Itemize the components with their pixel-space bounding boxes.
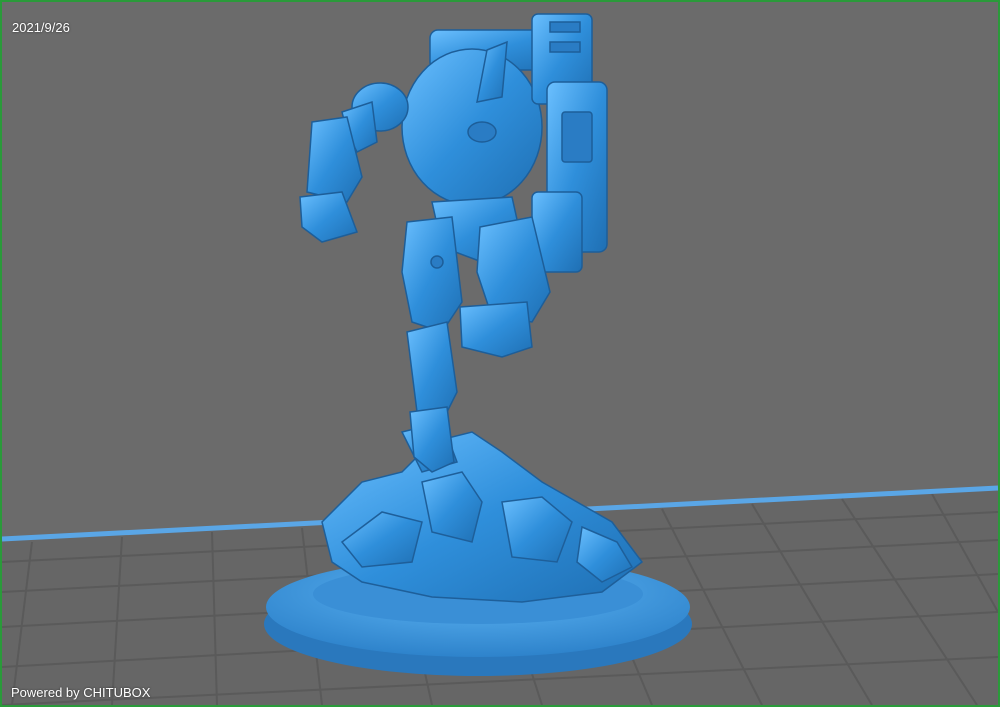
powered-by-label: Powered by CHITUBOX xyxy=(11,685,151,700)
date-label: 2021/9/26 xyxy=(12,20,70,35)
3d-viewport[interactable]: 2021/9/26 Powered by CHITUBOX xyxy=(2,2,998,705)
robot-mech-icon xyxy=(299,13,608,473)
rocks-icon xyxy=(321,421,644,603)
scene xyxy=(2,13,998,705)
